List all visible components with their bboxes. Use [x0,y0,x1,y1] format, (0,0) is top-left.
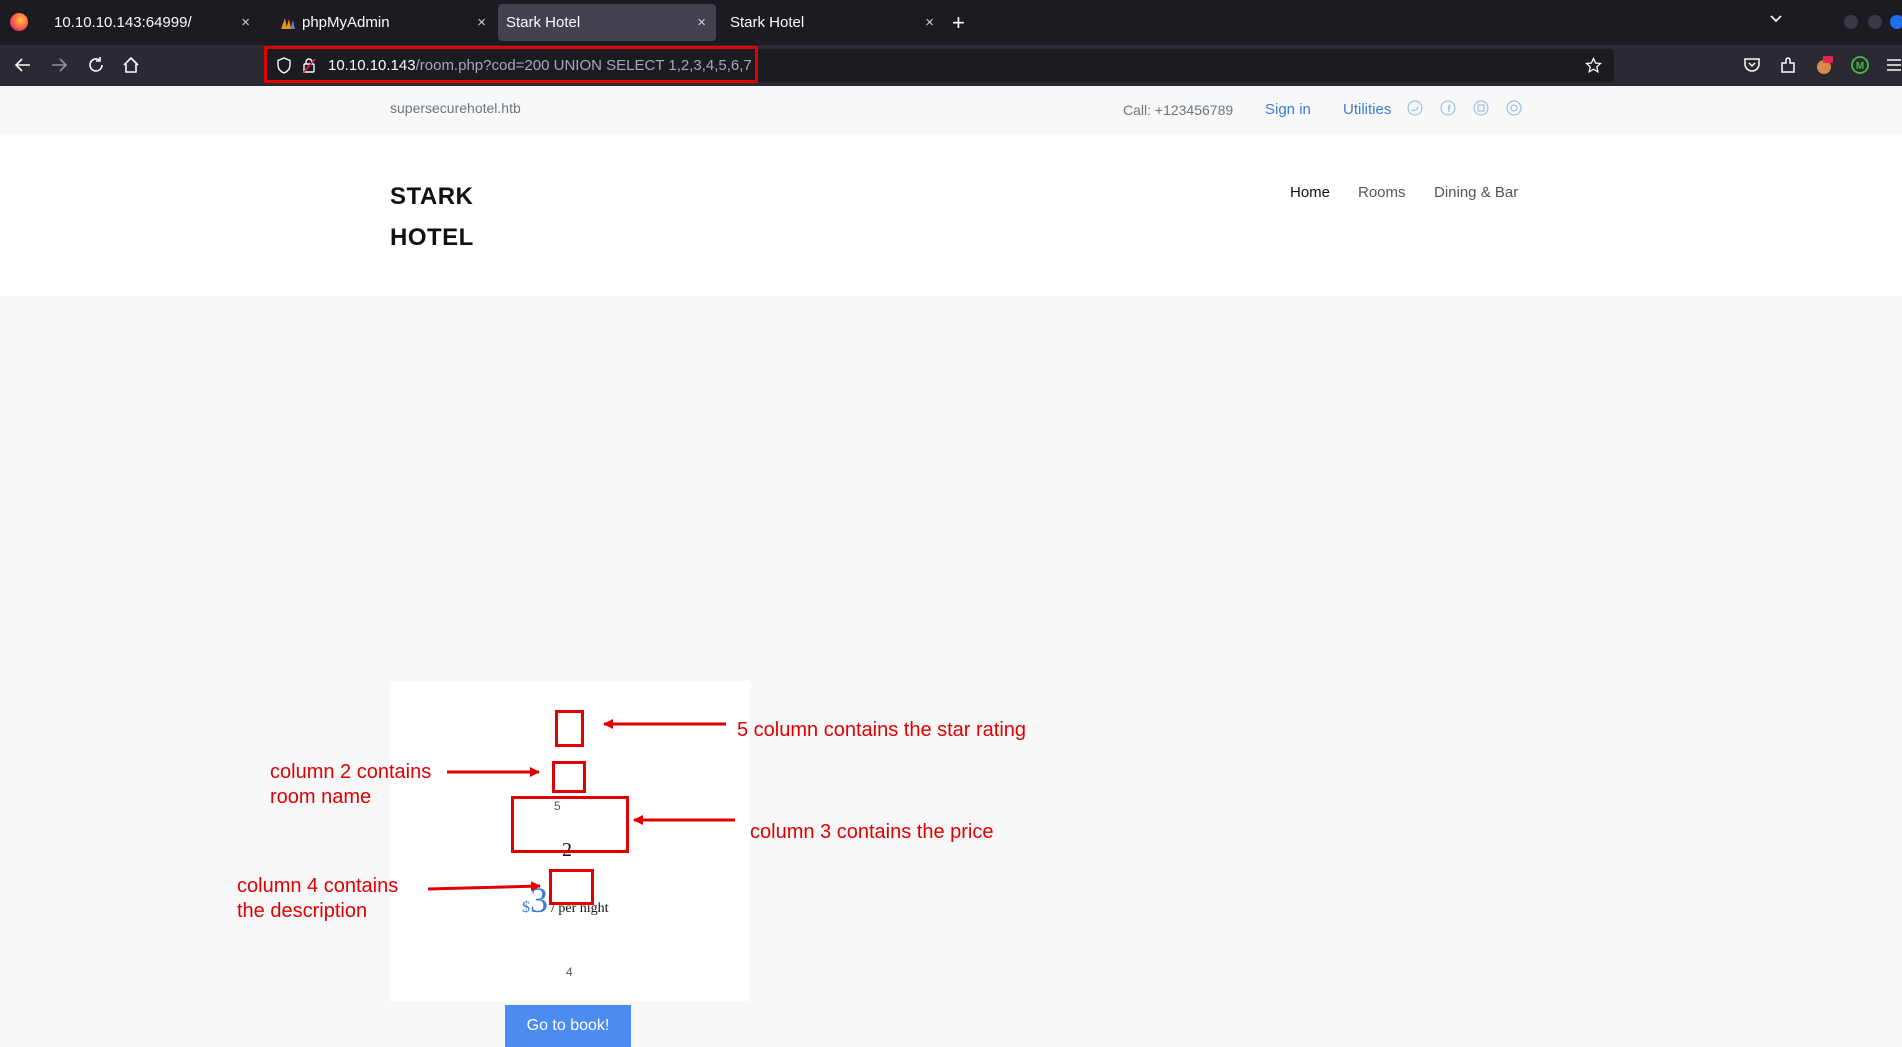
name-annotation-line-2: room name [270,786,372,808]
name-annotation-line-1: column 2 contains [270,761,432,783]
description-annotation: column 4 contains the description [237,874,398,924]
arrow-to-description [427,881,541,892]
description-annotation-line-2: the description [237,900,368,922]
stars-annotation: 5 column contains the star rating [737,719,1027,741]
name-annotation: column 2 contains room name [270,760,431,810]
price-annotation: column 3 contains the price [750,821,994,843]
description-annotation-line-1: column 4 contains [237,875,399,897]
